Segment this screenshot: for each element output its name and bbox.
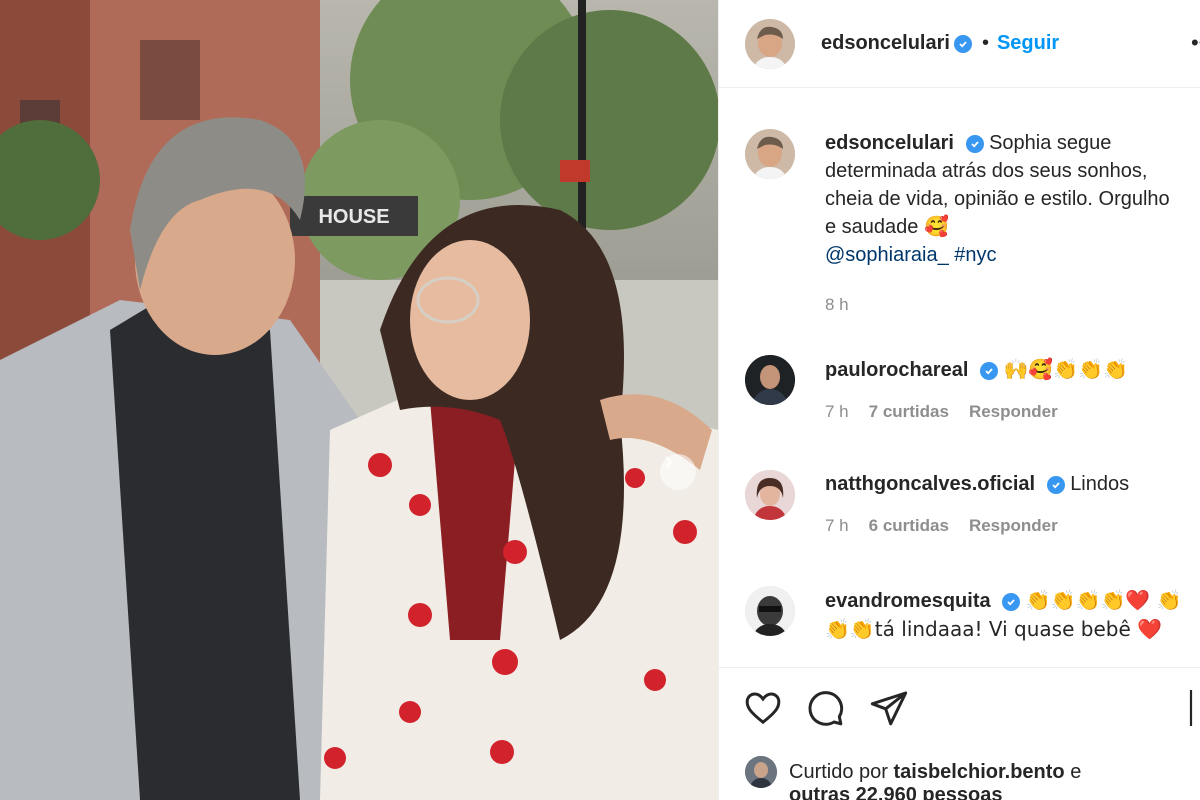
liked-by-avatar[interactable] — [745, 756, 777, 788]
verified-badge-icon — [953, 34, 972, 53]
author-username[interactable]: edsoncelulari — [821, 32, 950, 55]
caption: edsoncelulari Sophia segue determinada a… — [745, 129, 1185, 319]
post-photo[interactable]: HOUSE — [0, 0, 718, 800]
caption-avatar[interactable] — [745, 129, 795, 179]
caption-username[interactable]: edsoncelulari — [825, 132, 954, 154]
comment-time[interactable]: 7 h — [825, 398, 849, 426]
post-header: edsoncelulari • Seguir ••• — [719, 0, 1200, 88]
share-icon[interactable] — [869, 688, 909, 731]
comment-username[interactable]: paulorochareal — [825, 359, 968, 381]
comment-time[interactable]: 7 h — [825, 512, 849, 540]
verified-badge-icon — [979, 361, 998, 380]
liked-by-prefix: Curtido por — [789, 760, 888, 783]
verified-badge-icon — [1002, 592, 1021, 611]
more-icon[interactable]: ••• — [1191, 30, 1200, 56]
liked-by-and: e — [1070, 760, 1082, 783]
comment-item: paulorochareal 🙌🥰👏👏👏 7 h 7 curtidas Resp… — [745, 355, 1185, 426]
verified-badge-icon — [965, 134, 984, 153]
shop-sign: HOUSE — [318, 206, 389, 228]
photo-illustration: HOUSE — [0, 0, 718, 800]
comment-username[interactable]: natthgoncalves.oficial — [825, 473, 1035, 495]
author-avatar[interactable] — [745, 18, 795, 69]
chevron-right-icon — [665, 456, 673, 468]
reply-button[interactable]: Responder — [969, 398, 1058, 426]
comment-avatar[interactable] — [745, 470, 795, 520]
comment-avatar[interactable] — [745, 586, 795, 636]
comment-item: natthgoncalves.oficial Lindos 7 h 6 curt… — [745, 470, 1185, 540]
comment-text: 🙌🥰👏👏👏 — [1003, 357, 1129, 381]
reply-button[interactable]: Responder — [969, 512, 1058, 540]
post-actions: Curtido por taisbelchior.bento e outras … — [719, 667, 1200, 800]
comment-likes[interactable]: 6 curtidas — [869, 512, 949, 540]
comment-text: Lindos — [1070, 473, 1130, 495]
verified-badge-icon — [1046, 475, 1065, 494]
comment-item: evandromesquita 👏👏👏👏❤️ 👏👏👏tá lindaaa! Vi… — [745, 586, 1185, 644]
separator-dot: • — [981, 32, 989, 54]
comment-likes[interactable]: 7 curtidas — [869, 398, 949, 426]
mention-link[interactable]: @sophiaraia_ — [825, 244, 949, 266]
post-details-panel: edsoncelulari • Seguir ••• edsoncelulari… — [718, 0, 1200, 800]
comment-avatar[interactable] — [745, 355, 795, 405]
carousel-next-button[interactable] — [660, 454, 696, 490]
comment-icon[interactable] — [805, 688, 845, 731]
likes-count[interactable]: outras 22.960 pessoas — [789, 784, 1002, 800]
bookmark-icon[interactable] — [1189, 688, 1200, 731]
comment-username[interactable]: evandromesquita — [825, 590, 991, 612]
heart-icon[interactable] — [743, 688, 783, 731]
caption-time[interactable]: 8 h — [825, 291, 849, 319]
liked-by-user[interactable]: taisbelchior.bento — [894, 761, 1065, 784]
comments-list[interactable]: edsoncelulari Sophia segue determinada a… — [719, 89, 1200, 666]
follow-button[interactable]: Seguir — [997, 32, 1059, 55]
hashtag-link[interactable]: #nyc — [954, 244, 996, 266]
